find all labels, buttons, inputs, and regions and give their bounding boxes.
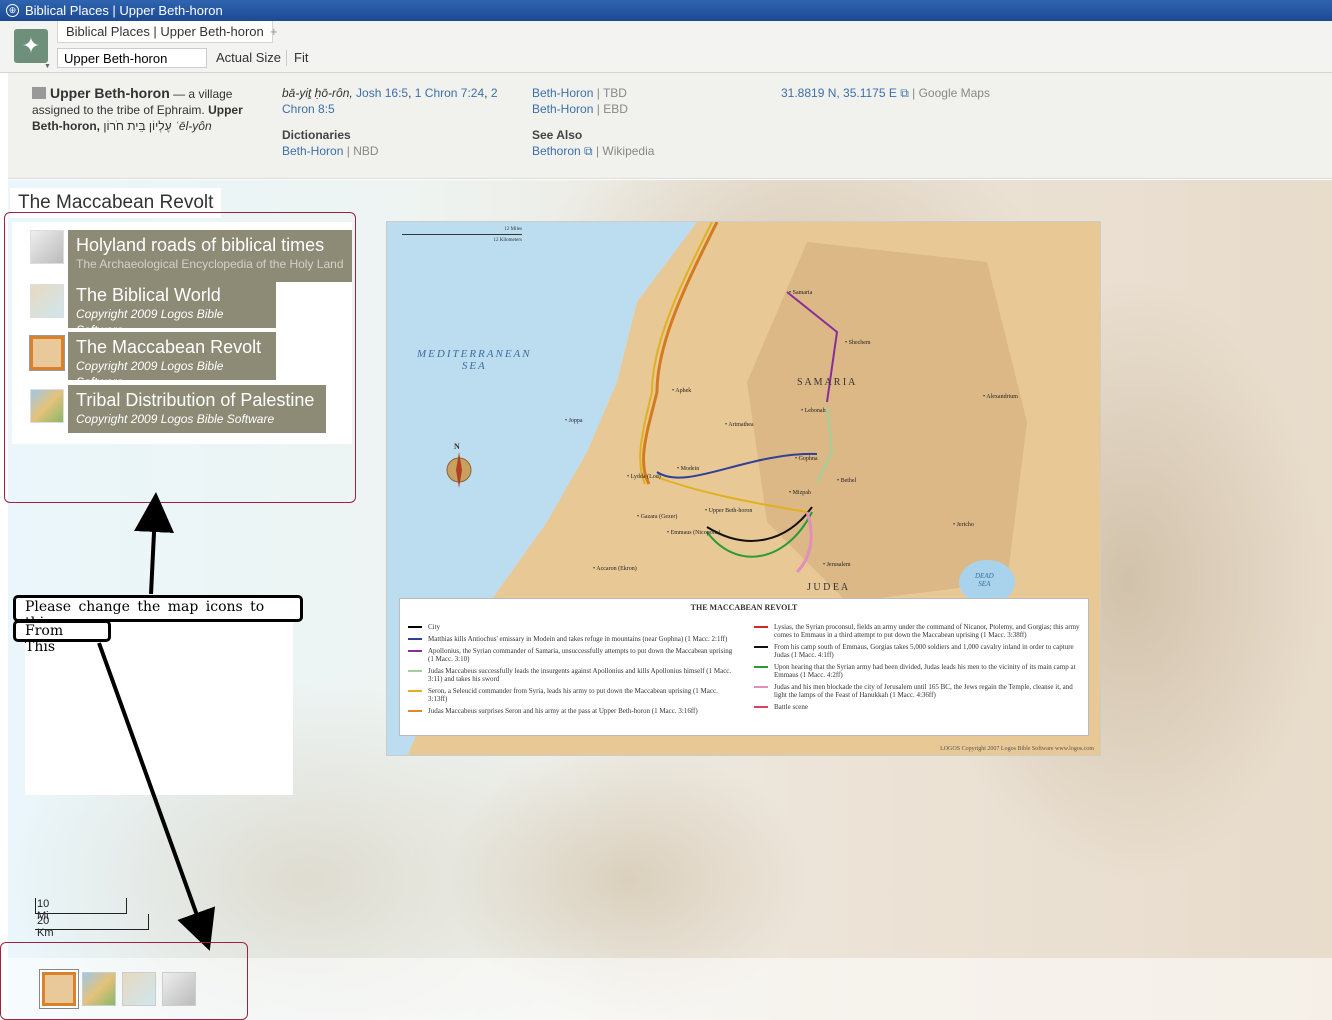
tribal-distribution-thumbnail-icon[interactable] — [82, 972, 116, 1006]
biblical-world-thumbnail-icon[interactable] — [122, 972, 156, 1006]
maccabean-revolt-thumbnail-icon[interactable] — [42, 972, 76, 1006]
annotation-arrows — [97, 492, 216, 951]
holyland-roads-thumbnail-icon[interactable] — [162, 972, 196, 1006]
scale-km: 20 Km — [37, 915, 54, 939]
